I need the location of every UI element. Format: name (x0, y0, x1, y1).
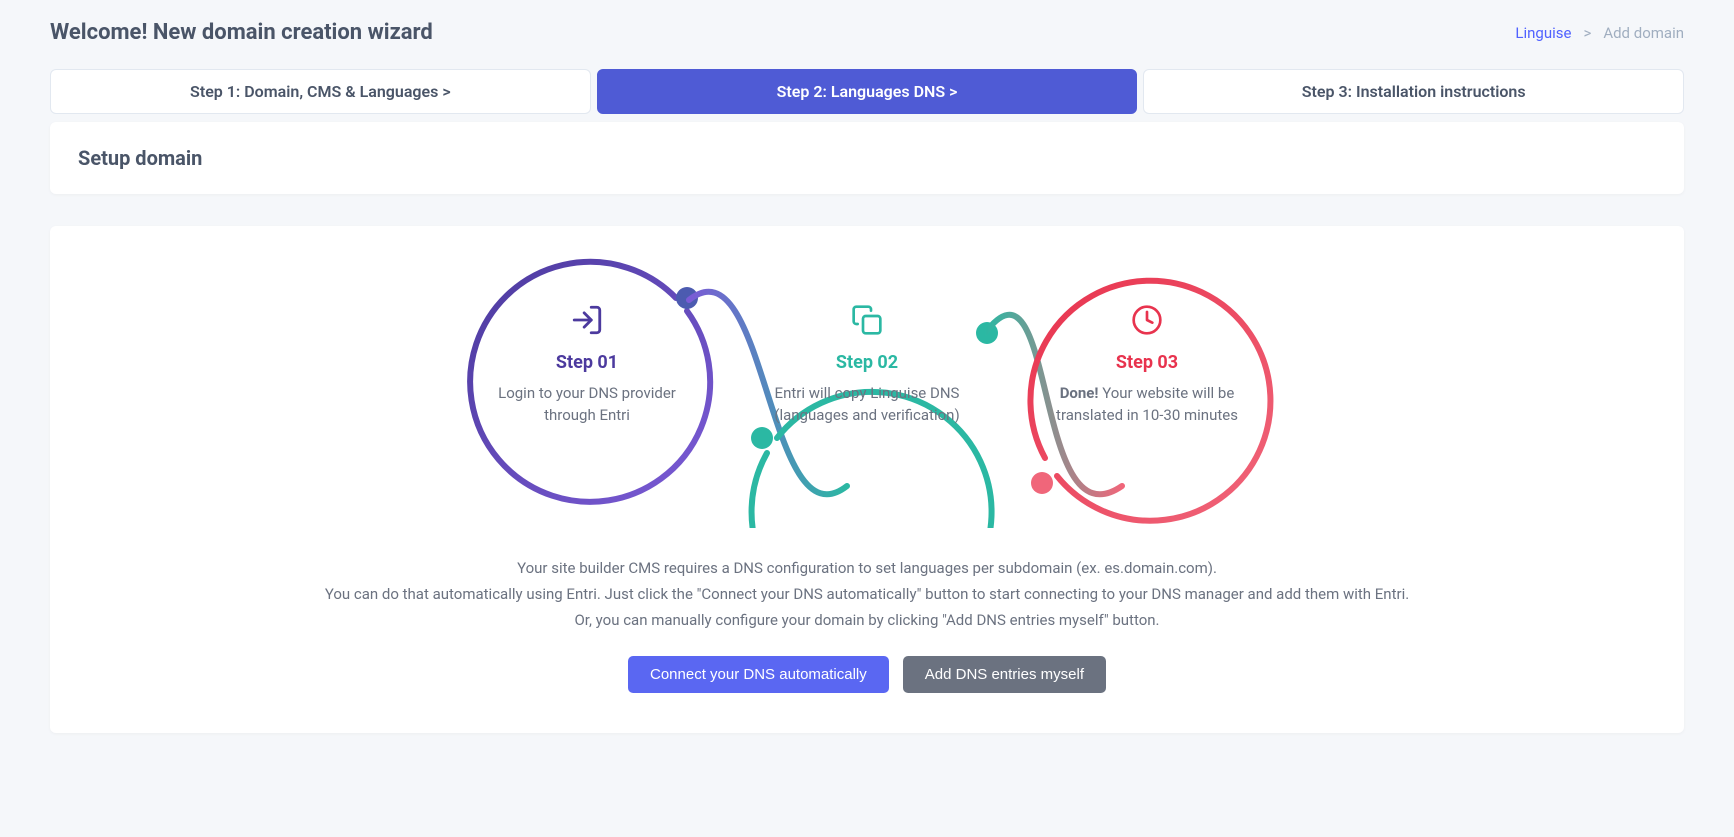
step-tab-1[interactable]: Step 1: Domain, CMS & Languages > (50, 69, 591, 114)
breadcrumb-current: Add domain (1603, 24, 1684, 42)
step-tab-3[interactable]: Step 3: Installation instructions (1143, 69, 1684, 114)
step3-label: Step 03 (1052, 352, 1242, 373)
info-line-3: Or, you can manually configure your doma… (78, 608, 1656, 632)
content-card: Step 01 Login to your DNS provider throu… (50, 226, 1684, 733)
step1-label: Step 01 (492, 352, 682, 373)
add-dns-manual-button[interactable]: Add DNS entries myself (903, 656, 1106, 693)
page-title: Welcome! New domain creation wizard (50, 20, 433, 45)
action-buttons: Connect your DNS automatically Add DNS e… (78, 656, 1656, 693)
step1-desc: Login to your DNS provider through Entri (492, 383, 682, 427)
breadcrumb-root-link[interactable]: Linguise (1515, 24, 1571, 42)
setup-header-card: Setup domain (50, 122, 1684, 194)
steps-diagram: Step 01 Login to your DNS provider throu… (457, 258, 1277, 528)
step3-desc: Done! Your website will be translated in… (1052, 383, 1242, 427)
diagram-step-3: Step 03 Done! Your website will be trans… (1052, 298, 1242, 427)
copy-icon (772, 298, 962, 342)
info-line-1: Your site builder CMS requires a DNS con… (78, 556, 1656, 580)
page-header: Welcome! New domain creation wizard Ling… (50, 20, 1684, 45)
chevron-right-icon: > (1583, 24, 1591, 42)
breadcrumb: Linguise > Add domain (1515, 24, 1684, 42)
step2-desc: Entri will copy Linguise DNS (languages … (772, 383, 962, 427)
login-icon (492, 298, 682, 342)
step2-label: Step 02 (772, 352, 962, 373)
setup-title: Setup domain (78, 146, 1656, 170)
diagram-step-1: Step 01 Login to your DNS provider throu… (492, 298, 682, 427)
info-text: Your site builder CMS requires a DNS con… (78, 556, 1656, 632)
diagram-step-2: Step 02 Entri will copy Linguise DNS (la… (772, 298, 962, 427)
connect-dns-button[interactable]: Connect your DNS automatically (628, 656, 889, 693)
wizard-steps-nav: Step 1: Domain, CMS & Languages > Step 2… (50, 69, 1684, 114)
step-tab-2[interactable]: Step 2: Languages DNS > (597, 69, 1138, 114)
clock-icon (1052, 298, 1242, 342)
info-line-2: You can do that automatically using Entr… (78, 582, 1656, 606)
diagram-container: Step 01 Login to your DNS provider throu… (78, 258, 1656, 528)
